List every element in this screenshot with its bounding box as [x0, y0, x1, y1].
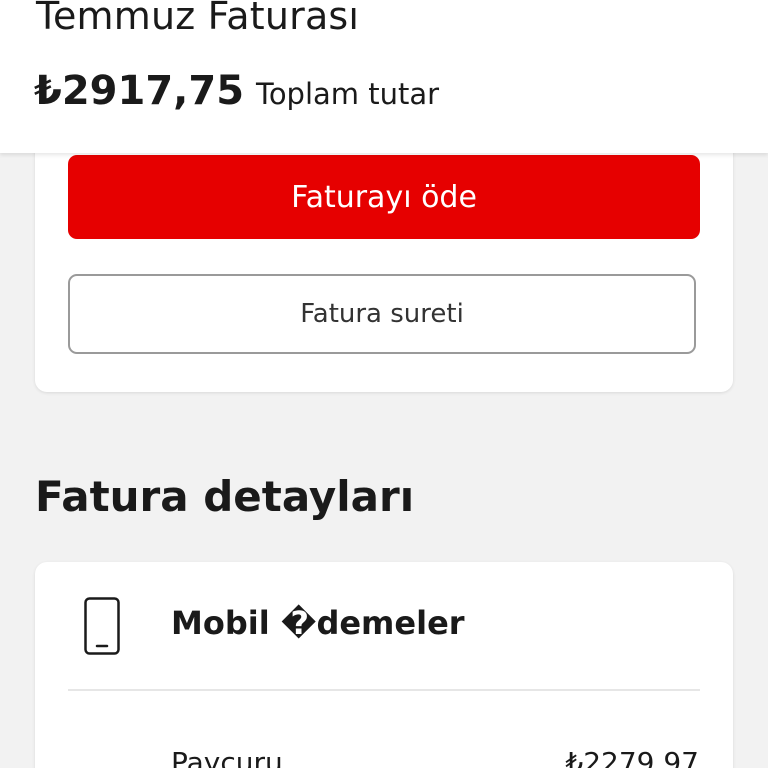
total-amount-label: Toplam tutar	[256, 77, 440, 111]
total-amount-row: ₺2917,75 Toplam tutar	[34, 68, 439, 114]
pay-invoice-button[interactable]: Faturayı öde	[68, 155, 700, 239]
invoice-page: Temmuz Faturası ₺2917,75 Toplam tutar Fa…	[0, 0, 768, 768]
divider	[68, 689, 700, 691]
line-item-amount: ₺2279,97	[565, 746, 699, 768]
mobile-payments-title[interactable]: Mobil �demeler	[171, 604, 465, 642]
invoice-title: Temmuz Faturası	[36, 0, 360, 38]
invoice-details-card	[35, 562, 733, 768]
line-item-label: Paycuru	[171, 746, 283, 768]
invoice-header: Temmuz Faturası ₺2917,75 Toplam tutar	[0, 0, 768, 153]
invoice-copy-button[interactable]: Fatura sureti	[68, 274, 696, 354]
total-amount: ₺2917,75	[34, 68, 245, 114]
mobile-phone-icon	[84, 597, 120, 655]
invoice-details-title: Fatura detayları	[35, 472, 415, 521]
